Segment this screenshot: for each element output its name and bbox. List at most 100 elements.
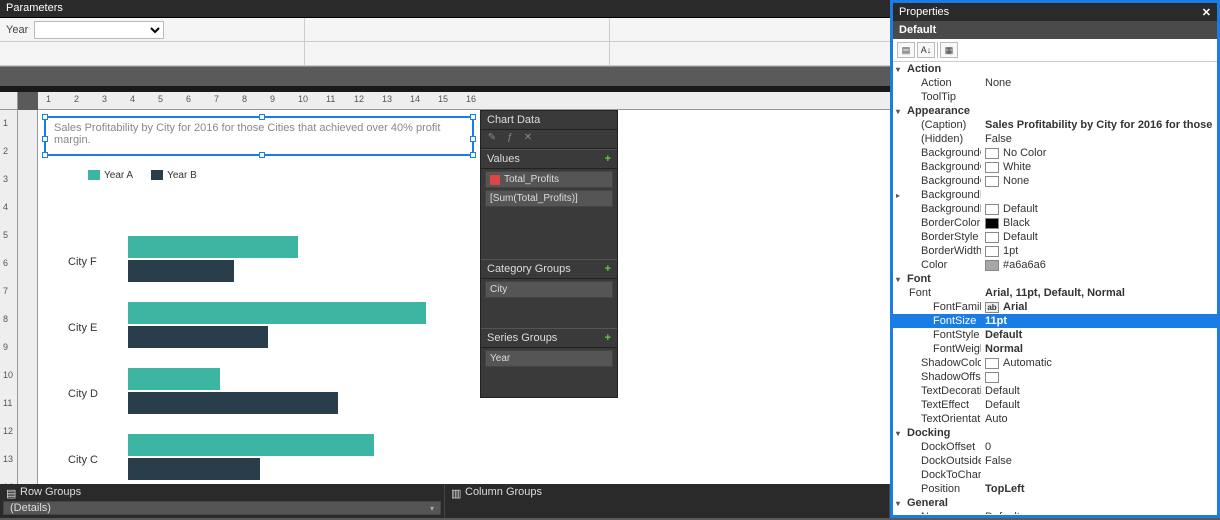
param-cell-empty[interactable] xyxy=(0,42,305,66)
add-series-button[interactable]: + xyxy=(605,332,611,344)
resize-handle[interactable] xyxy=(470,136,476,142)
resize-handle[interactable] xyxy=(259,114,265,120)
property-value[interactable]: None xyxy=(981,77,1215,89)
add-category-button[interactable]: + xyxy=(605,263,611,275)
property-row[interactable]: ShadowColorAutomatic xyxy=(893,356,1217,370)
sort-az-icon[interactable]: A↓ xyxy=(917,42,935,58)
property-row[interactable]: ▸BackgroundImage xyxy=(893,188,1217,202)
property-value[interactable]: Normal xyxy=(981,343,1215,355)
value-expr-item[interactable]: [Sum(Total_Profits)] xyxy=(485,190,613,207)
series-field-item[interactable]: Year xyxy=(485,350,613,367)
property-value[interactable]: 1pt xyxy=(981,245,1215,257)
property-row[interactable]: FontWeightNormal xyxy=(893,342,1217,356)
property-row[interactable]: PositionTopLeft xyxy=(893,482,1217,496)
property-value[interactable]: No Color xyxy=(981,147,1215,159)
property-value[interactable]: Default xyxy=(981,203,1215,215)
property-row[interactable]: ToolTip xyxy=(893,90,1217,104)
property-category[interactable]: General xyxy=(893,496,1217,510)
bar[interactable] xyxy=(128,458,260,480)
param-cell-empty[interactable] xyxy=(610,42,915,66)
property-category[interactable]: Appearance xyxy=(893,104,1217,118)
details-group-field[interactable]: (Details)▾ xyxy=(3,501,441,515)
resize-handle[interactable] xyxy=(42,152,48,158)
font-picker-icon[interactable]: ab xyxy=(985,302,999,313)
property-pages-icon[interactable]: ▦ xyxy=(940,42,958,58)
property-value[interactable] xyxy=(981,372,1215,383)
property-row[interactable]: NameDefault xyxy=(893,510,1217,514)
property-value[interactable]: TopLeft xyxy=(981,483,1215,495)
property-category[interactable]: Action xyxy=(893,62,1217,76)
property-row[interactable]: DockToChartArea xyxy=(893,468,1217,482)
property-category[interactable]: Docking xyxy=(893,426,1217,440)
add-value-button[interactable]: + xyxy=(605,153,611,165)
property-category[interactable]: Font xyxy=(893,272,1217,286)
param-cell-empty[interactable] xyxy=(610,18,915,42)
value-field-item[interactable]: Total_Profits xyxy=(485,171,613,188)
resize-handle[interactable] xyxy=(470,114,476,120)
chevron-down-icon[interactable]: ▾ xyxy=(430,504,434,513)
category-field-item[interactable]: City xyxy=(485,281,613,298)
property-row[interactable]: BorderColorBlack xyxy=(893,216,1217,230)
chart-title[interactable]: Sales Profitability by City for 2016 for… xyxy=(44,116,474,156)
property-value[interactable]: False xyxy=(981,133,1215,145)
property-row[interactable]: ActionNone xyxy=(893,76,1217,90)
property-row[interactable]: (Caption)Sales Profitability by City for… xyxy=(893,118,1217,132)
resize-handle[interactable] xyxy=(42,114,48,120)
property-value[interactable]: 11pt xyxy=(981,315,1215,327)
property-value[interactable]: abArial xyxy=(981,301,1215,313)
property-row[interactable]: DockOutsideChartAreaFalse xyxy=(893,454,1217,468)
property-row[interactable]: BorderWidth1pt xyxy=(893,244,1217,258)
property-row[interactable]: BorderStyleDefault xyxy=(893,230,1217,244)
resize-handle[interactable] xyxy=(42,136,48,142)
close-icon[interactable]: ✕ xyxy=(1202,6,1211,19)
property-row[interactable]: BackgroundColorNo Color xyxy=(893,146,1217,160)
param-cell-empty[interactable] xyxy=(305,18,610,42)
property-value[interactable]: Default xyxy=(981,385,1215,397)
chart-bars[interactable]: City FCity ECity DCity C xyxy=(58,230,438,484)
resize-handle[interactable] xyxy=(470,152,476,158)
property-value[interactable]: 0 xyxy=(981,441,1215,453)
property-value[interactable]: Auto xyxy=(981,413,1215,425)
property-value[interactable]: Automatic xyxy=(981,357,1215,369)
bar[interactable] xyxy=(128,326,268,348)
report-canvas[interactable]: Sales Profitability by City for 2016 for… xyxy=(38,110,890,484)
property-row[interactable]: BackgroundGradientTypeNone xyxy=(893,174,1217,188)
resize-handle[interactable] xyxy=(259,152,265,158)
chartdata-fx-icon[interactable]: ƒ xyxy=(503,132,517,146)
property-row[interactable]: BackgroundPatternTypeDefault xyxy=(893,202,1217,216)
property-row[interactable]: DockOffset0 xyxy=(893,440,1217,454)
categorize-icon[interactable]: ▤ xyxy=(897,42,915,58)
property-row[interactable]: TextDecorationDefault xyxy=(893,384,1217,398)
property-row[interactable]: ShadowOffset xyxy=(893,370,1217,384)
property-value[interactable]: White xyxy=(981,161,1215,173)
properties-grid[interactable]: ActionActionNoneToolTipAppearance(Captio… xyxy=(893,62,1217,514)
property-value[interactable]: Black xyxy=(981,217,1215,229)
property-value[interactable]: Default xyxy=(981,231,1215,243)
property-value[interactable]: Default xyxy=(981,399,1215,411)
property-value[interactable]: None xyxy=(981,175,1215,187)
chartdata-delete-icon[interactable]: ✕ xyxy=(521,132,535,146)
property-row[interactable]: FontStyleDefault xyxy=(893,328,1217,342)
bar[interactable] xyxy=(128,434,374,456)
chart-legend[interactable]: Year A Year B xyxy=(88,170,197,181)
property-row[interactable]: FontFamilyabArial xyxy=(893,300,1217,314)
property-row[interactable]: FontSize11pt xyxy=(893,314,1217,328)
property-row[interactable]: (Hidden)False xyxy=(893,132,1217,146)
property-row[interactable]: BackgroundGradientEndColorWhite xyxy=(893,160,1217,174)
property-value[interactable]: Sales Profitability by City for 2016 for… xyxy=(981,119,1215,131)
chartdata-panel[interactable]: Chart Data ✎ ƒ ✕ Values + Total_Profits … xyxy=(480,110,618,398)
bar[interactable] xyxy=(128,260,234,282)
bar[interactable] xyxy=(128,302,426,324)
param-select-year[interactable] xyxy=(34,21,164,39)
param-cell[interactable]: Year xyxy=(0,18,305,42)
bar[interactable] xyxy=(128,368,220,390)
property-row[interactable]: TextEffectDefault xyxy=(893,398,1217,412)
property-value[interactable]: Arial, 11pt, Default, Normal xyxy=(981,287,1215,299)
property-value[interactable]: #a6a6a6 xyxy=(981,259,1215,271)
property-value[interactable]: Default xyxy=(981,329,1215,341)
chartdata-edit-icon[interactable]: ✎ xyxy=(485,132,499,146)
property-row[interactable]: TextOrientationAuto xyxy=(893,412,1217,426)
property-value[interactable]: Default xyxy=(981,511,1215,514)
bar[interactable] xyxy=(128,392,338,414)
param-cell-empty[interactable] xyxy=(305,42,610,66)
